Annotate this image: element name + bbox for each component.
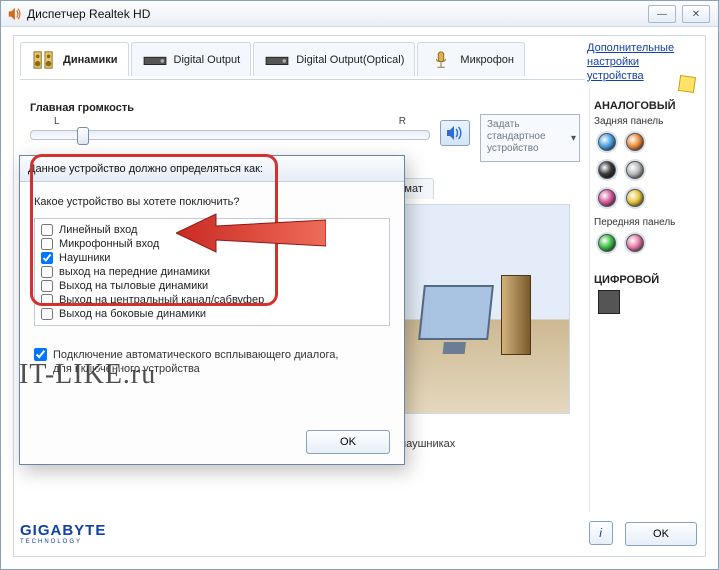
digital-jack[interactable] [598,290,620,314]
checkbox[interactable] [41,308,53,320]
option-label: Выход на тыловые динамики [59,280,208,292]
option-center-sub[interactable]: Выход на центральный канал/сабвуфер [41,293,383,307]
slider-track[interactable] [30,130,430,140]
titlebar: Диспетчер Realtek HD — ✕ [1,1,718,27]
option-label: Выход на центральный канал/сабвуфер [59,294,264,306]
window-title: Диспетчер Realtek HD [27,7,150,21]
checkbox[interactable] [41,224,53,236]
brand-logo: GIGABYTE TECHNOLOGY [20,522,106,545]
analog-heading: АНАЛОГОВЫЙ [594,100,693,112]
speaker-graphic [501,275,531,355]
dialog-question: Какое устройство вы хотете поключить? [34,196,390,208]
checkbox[interactable] [41,294,53,306]
dialog-title: Данное устройство должно определяться ка… [20,156,404,182]
auto-popup-option[interactable]: Подключение автоматического всплывающего… [34,348,390,377]
option-rear-speakers[interactable]: Выход на тыловые динамики [41,279,383,293]
option-label: Микрофонный вход [59,238,159,250]
option-label: Наушники [59,252,110,264]
balance-r-label: R [399,116,406,127]
checkbox[interactable] [41,252,53,264]
default-device-label: Задать стандартное устройство [487,119,546,154]
tab-label: Digital Output [174,54,241,66]
jack-rear-pink[interactable] [598,189,616,207]
speakers-icon [31,50,57,70]
monitor-graphic [418,285,494,340]
checkbox[interactable] [41,280,53,292]
device-options-list: Линейный вход Микрофонный вход Наушники … [34,218,390,326]
receiver-icon [142,50,168,70]
device-tabs: Динамики Digital Output Digital Output(O… [20,42,585,80]
info-button[interactable]: i [589,521,613,545]
jack-rear-black[interactable] [598,161,616,179]
tab-microphone[interactable]: Микрофон [417,42,525,76]
checkbox[interactable] [41,238,53,250]
tab-label: Микрофон [460,54,514,66]
dialog-ok-button[interactable]: OK [306,430,390,454]
option-label: выход на передние динамики [59,266,210,278]
jack-rear-grey[interactable] [626,161,644,179]
tab-digital-output[interactable]: Digital Output [131,42,252,76]
auto-popup-label: Подключение автоматического всплывающего… [53,348,360,377]
jack-rear-yellow[interactable] [626,189,644,207]
receiver-icon [264,50,290,70]
tab-digital-output-optical[interactable]: Digital Output(Optical) [253,42,415,76]
option-front-speakers[interactable]: выход на передние динамики [41,265,383,279]
option-line-in[interactable]: Линейный вход [41,223,383,237]
jack-front-pink[interactable] [626,234,644,252]
sticky-note-icon[interactable] [678,75,696,93]
close-button[interactable]: ✕ [682,5,710,23]
main-window: Диспетчер Realtek HD — ✕ Динамики Digita… [0,0,719,570]
tab-label: Динамики [63,54,118,66]
option-headphones[interactable]: Наушники [41,251,383,265]
digital-heading: ЦИФРОВОЙ [594,274,693,286]
tab-label: Digital Output(Optical) [296,54,404,66]
minimize-button[interactable]: — [648,5,676,23]
jack-rear-blue[interactable] [598,133,616,151]
volume-slider[interactable]: L R [30,118,430,140]
checkbox[interactable] [34,348,47,361]
front-panel-label: Передняя панель [594,217,693,228]
option-label: Линейный вход [59,224,137,236]
option-side-speakers[interactable]: Выход на боковые динамики [41,307,383,321]
balance-l-label: L [54,116,60,127]
option-mic-in[interactable]: Микрофонный вход [41,237,383,251]
default-device-dropdown[interactable]: Задать стандартное устройство ▾ [480,114,580,162]
rear-panel-label: Задняя панель [594,116,693,127]
connectors-panel: АНАЛОГОВЫЙ Задняя панель Передняя панель… [589,88,697,512]
speaker-icon [7,7,21,21]
volume-header: Главная громкость [30,102,134,114]
checkbox[interactable] [41,266,53,278]
jack-front-green[interactable] [598,234,616,252]
jack-rear-orange[interactable] [626,133,644,151]
main-ok-button[interactable]: OK [625,522,697,546]
slider-thumb[interactable] [77,127,89,145]
chevron-down-icon: ▾ [571,133,576,145]
option-label: Выход на боковые динамики [59,308,206,320]
footer: GIGABYTE TECHNOLOGY i OK [20,516,697,550]
mute-button[interactable] [440,120,470,146]
device-type-dialog: Данное устройство должно определяться ка… [19,155,405,465]
microphone-icon [428,50,454,70]
tab-speakers[interactable]: Динамики [20,42,129,76]
sound-icon [446,125,464,141]
